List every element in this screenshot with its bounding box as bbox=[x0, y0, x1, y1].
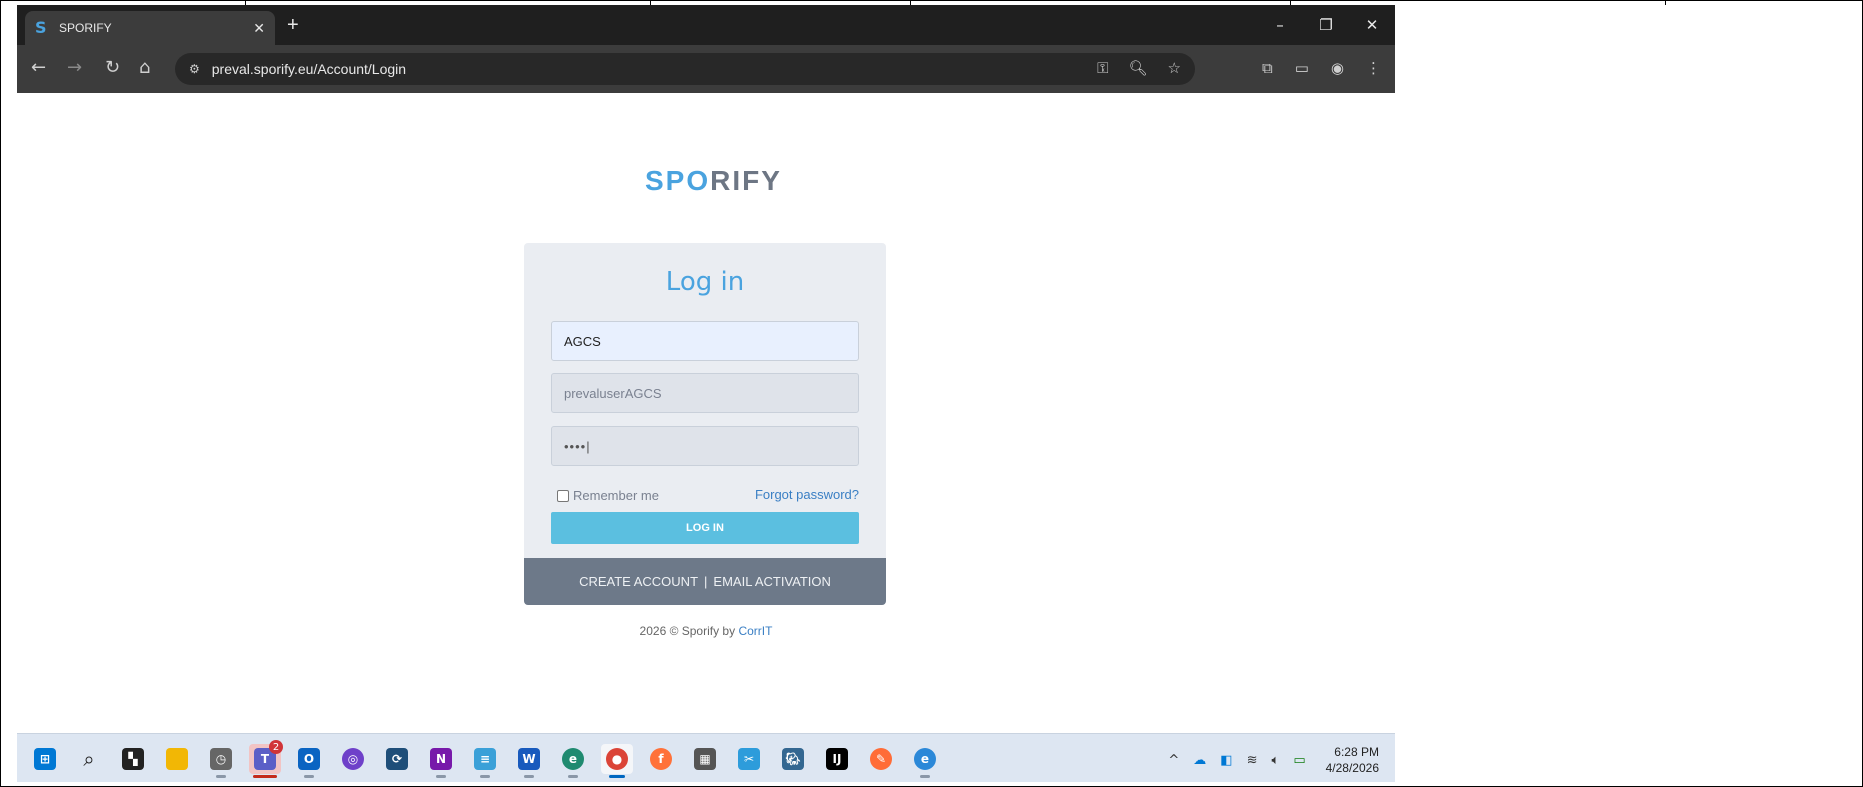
email-activation-link[interactable]: EMAIL ACTIVATION bbox=[713, 574, 831, 589]
battery-icon[interactable]: ▭ bbox=[1293, 753, 1305, 768]
close-window-button[interactable]: ✕ bbox=[1349, 5, 1395, 45]
profile-icon[interactable]: ◉ bbox=[1331, 59, 1344, 77]
sporify-favicon-icon: S bbox=[35, 18, 47, 37]
sync-app-icon[interactable]: ⟳ bbox=[381, 744, 413, 774]
tab-title: SPORIFY bbox=[59, 21, 112, 35]
window-controls: – ❐ ✕ bbox=[1257, 5, 1395, 45]
login-button[interactable]: LOG IN bbox=[551, 512, 859, 544]
calculator-icon[interactable]: ▦ bbox=[689, 744, 721, 774]
tenant-input[interactable]: AGCS bbox=[551, 321, 859, 361]
github-desktop-icon[interactable]: ◎ bbox=[337, 744, 369, 774]
toolbar-icons: ⧉ ▭ ◉ ⋮ bbox=[1262, 59, 1381, 77]
tab-close-icon[interactable]: ✕ bbox=[253, 20, 265, 37]
login-title: Log in bbox=[665, 267, 745, 297]
corrit-link[interactable]: CorrIT bbox=[738, 624, 772, 638]
menu-icon[interactable]: ⋮ bbox=[1366, 59, 1381, 77]
username-input[interactable]: prevaluserAGCS bbox=[551, 373, 859, 413]
edge-dev-icon[interactable]: e bbox=[909, 744, 941, 778]
extensions-icon[interactable]: ⧉ bbox=[1262, 59, 1273, 77]
postman-icon[interactable]: ✎ bbox=[865, 744, 897, 774]
password-input[interactable]: ••••| bbox=[551, 426, 859, 466]
wifi-icon[interactable]: ≋ bbox=[1247, 753, 1258, 768]
copyright-text: 2026 © Sporify by bbox=[639, 624, 739, 638]
teams-icon[interactable]: T2 bbox=[249, 740, 283, 778]
site-info-icon[interactable]: ⚙ bbox=[189, 62, 200, 76]
start-icon[interactable]: ⊞ bbox=[29, 744, 61, 774]
login-page: SPORIFY Log in AGCS prevaluserAGCS ••••|… bbox=[17, 93, 1395, 733]
clock-date: 4/28/2026 bbox=[1325, 761, 1379, 775]
footer-separator: | bbox=[704, 574, 708, 589]
onenote-icon[interactable]: N bbox=[425, 744, 457, 778]
taskbar: ⊞ ⌕ ▚ ◷ T2 O ◎ ⟳ N ≡ W e ● f ▦ ✂ 🐘︎ IJ ✎… bbox=[17, 733, 1395, 782]
outlook-icon[interactable]: O bbox=[293, 744, 325, 778]
sync-tray-icon[interactable]: ◧ bbox=[1220, 753, 1232, 768]
url-text[interactable]: preval.sporify.eu/Account/Login bbox=[212, 61, 406, 77]
back-icon[interactable]: ← bbox=[31, 59, 46, 77]
intellij-icon[interactable]: IJ bbox=[821, 744, 853, 774]
remember-me[interactable]: Remember me bbox=[557, 488, 659, 503]
teams-badge: 2 bbox=[269, 740, 283, 754]
address-bar[interactable]: ⚙ preval.sporify.eu/Account/Login ⚿ 🔍︎ ☆ bbox=[175, 53, 1195, 85]
snipping-tool-icon[interactable]: ✂ bbox=[733, 744, 765, 774]
restore-button[interactable]: ❐ bbox=[1303, 5, 1349, 45]
login-card: Log in AGCS prevaluserAGCS ••••| Remembe… bbox=[524, 243, 886, 605]
browser-tab-bar: S SPORIFY ✕ + – ❐ ✕ bbox=[17, 5, 1395, 45]
system-tray: ^ ☁ ◧ ≋ 🔈︎ ▭ 6:28 PM 4/28/2026 bbox=[1168, 744, 1379, 776]
file-explorer-icon[interactable] bbox=[161, 744, 193, 774]
card-footer: CREATE ACCOUNT | EMAIL ACTIVATION bbox=[524, 558, 886, 605]
bookmark-star-icon[interactable]: ☆ bbox=[1168, 59, 1181, 77]
search-icon[interactable]: ⌕ bbox=[73, 744, 105, 774]
zoom-icon[interactable]: 🔍︎ bbox=[1129, 59, 1148, 77]
forgot-password-link[interactable]: Forgot password? bbox=[755, 487, 859, 502]
create-account-link[interactable]: CREATE ACCOUNT bbox=[579, 574, 698, 589]
screen: S SPORIFY ✕ + – ❐ ✕ ← → ↻ ⌂ ⚙ preval.spo… bbox=[17, 5, 1395, 782]
firefox-icon[interactable]: f bbox=[645, 744, 677, 774]
forward-icon[interactable]: → bbox=[67, 59, 82, 77]
browser-tab[interactable]: S SPORIFY ✕ bbox=[25, 11, 275, 45]
password-key-icon[interactable]: ⚿ bbox=[1097, 59, 1108, 77]
chrome-icon[interactable]: ● bbox=[601, 744, 633, 778]
volume-icon[interactable]: 🔈︎ bbox=[1272, 753, 1280, 768]
remember-me-label: Remember me bbox=[573, 488, 659, 503]
reload-icon[interactable]: ↻ bbox=[105, 59, 120, 77]
minimize-button[interactable]: – bbox=[1257, 5, 1303, 45]
browser-toolbar: ← → ↻ ⌂ ⚙ preval.sporify.eu/Account/Logi… bbox=[17, 45, 1395, 93]
notepad-icon[interactable]: ≡ bbox=[469, 744, 501, 778]
remember-me-checkbox[interactable] bbox=[557, 489, 569, 502]
word-icon[interactable]: W bbox=[513, 744, 545, 778]
new-tab-button[interactable]: + bbox=[287, 15, 299, 35]
clock-time: 6:28 PM bbox=[1334, 745, 1379, 759]
task-view-icon[interactable]: ▚ bbox=[117, 744, 149, 774]
sporify-logo: SPORIFY bbox=[645, 165, 782, 196]
address-bar-icons: ⚿ 🔍︎ ☆ bbox=[1097, 59, 1181, 77]
home-icon[interactable]: ⌂ bbox=[139, 59, 150, 77]
clock-app-icon[interactable]: ◷ bbox=[205, 744, 237, 778]
reading-list-icon[interactable]: ▭ bbox=[1295, 59, 1309, 77]
onedrive-icon[interactable]: ☁ bbox=[1193, 753, 1206, 768]
clock[interactable]: 6:28 PM 4/28/2026 bbox=[1326, 744, 1379, 776]
tray-overflow-icon[interactable]: ^ bbox=[1168, 753, 1179, 768]
postgresql-icon[interactable]: 🐘︎ bbox=[777, 744, 809, 774]
taskbar-apps: ⊞ ⌕ ▚ ◷ T2 O ◎ ⟳ N ≡ W e ● f ▦ ✂ 🐘︎ IJ ✎… bbox=[29, 740, 941, 778]
edge-icon[interactable]: e bbox=[557, 744, 589, 778]
